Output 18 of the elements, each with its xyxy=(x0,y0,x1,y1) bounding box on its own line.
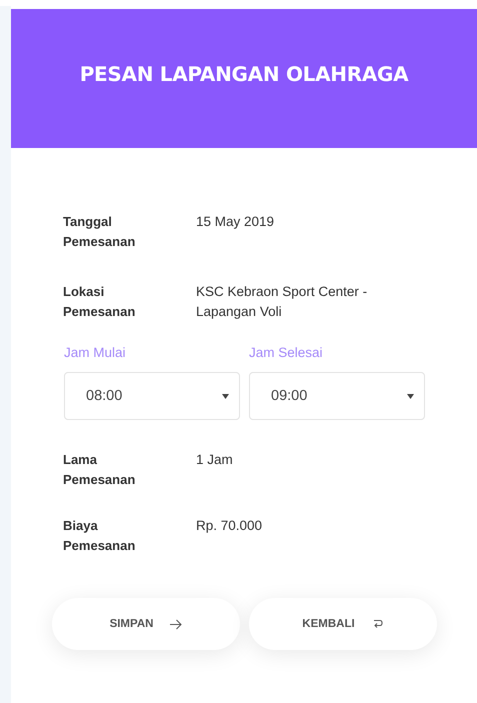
time-select[interactable]: 09:00 xyxy=(249,372,425,420)
arrow-right-icon xyxy=(169,618,182,630)
field-value: Rp. 70.000 xyxy=(196,517,264,535)
time-select[interactable]: 08:00 xyxy=(64,372,240,420)
field-label: Lama Pemesanan xyxy=(63,451,136,489)
time-label: Jam Selesai xyxy=(249,344,324,362)
page-title: PESAN LAPANGAN OLAHRAGA xyxy=(80,62,408,86)
field-value: KSC Kebraon Sport Center - Lapangan Voli xyxy=(196,283,368,321)
field-label: Lokasi Pemesanan xyxy=(63,283,136,321)
save-button[interactable]: SIMPAN xyxy=(52,598,240,650)
field-value: 15 May 2019 xyxy=(196,213,276,231)
field-label: Tanggal Pemesanan xyxy=(63,213,136,251)
field-value: 1 Jam xyxy=(196,451,234,469)
time-label: Jam Mulai xyxy=(64,344,127,362)
caret-icon xyxy=(407,394,414,398)
caret-icon xyxy=(222,394,229,398)
back-button[interactable]: KEMBALI xyxy=(249,598,437,650)
field-label: Biaya Pemesanan xyxy=(63,517,136,555)
